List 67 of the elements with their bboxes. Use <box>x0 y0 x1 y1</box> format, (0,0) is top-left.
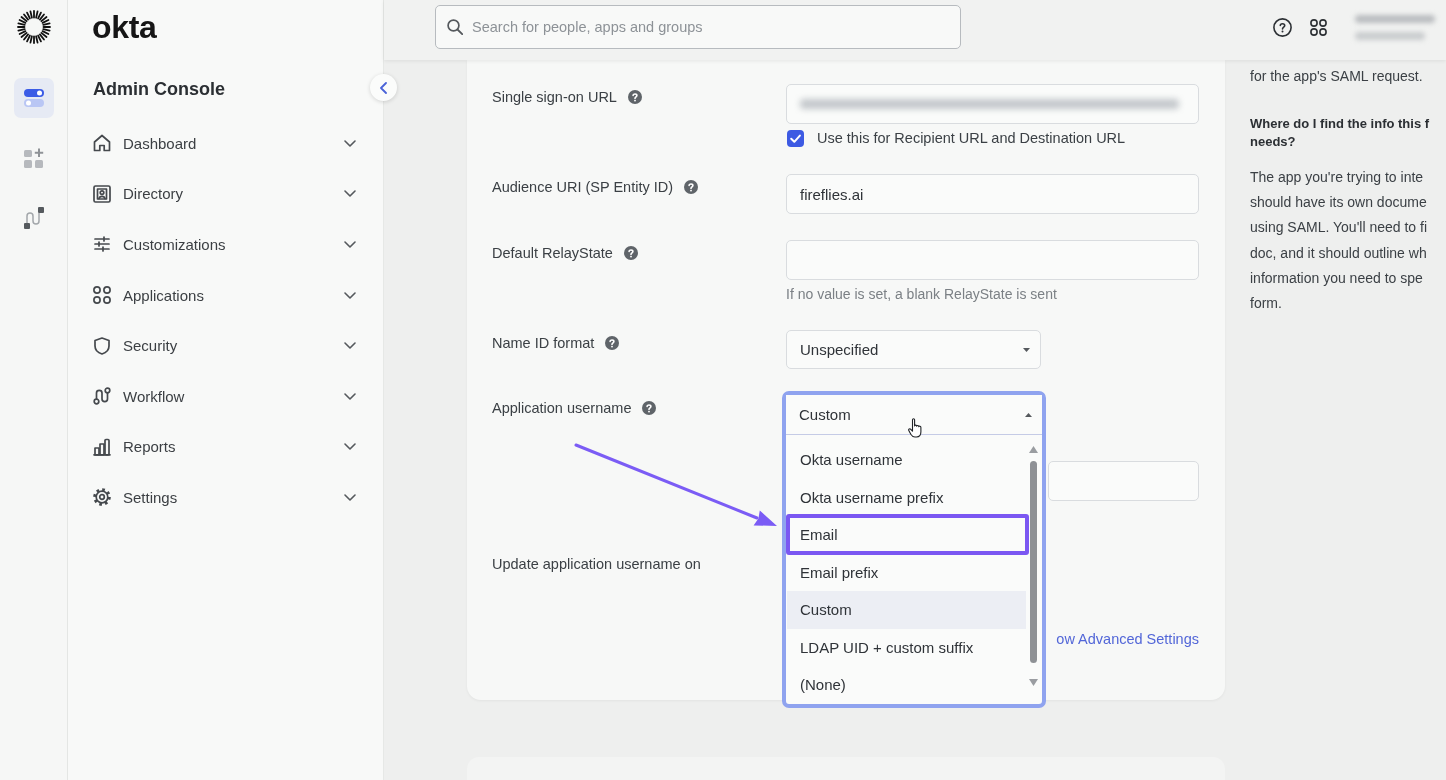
apps-button[interactable] <box>1310 18 1327 36</box>
gear-icon <box>93 488 111 507</box>
field-label: Single sign-on URL <box>492 88 617 107</box>
help-icon[interactable] <box>684 180 699 194</box>
caret-up-icon <box>1025 412 1032 417</box>
connected-nodes-icon <box>23 207 44 229</box>
nav-item[interactable]: Directory <box>68 168 383 220</box>
field-label: Application username <box>492 399 632 418</box>
four-circles-icon <box>1310 18 1327 36</box>
help-icon[interactable] <box>627 90 642 104</box>
advanced-settings-link[interactable]: ow Advanced Settings <box>1056 629 1199 649</box>
contact-card-icon <box>93 184 111 203</box>
nav-item[interactable]: Settings <box>68 472 383 523</box>
chevron-left-icon <box>380 81 387 94</box>
help-icon[interactable] <box>642 401 657 415</box>
dropdown-option[interactable]: Custom <box>787 591 1026 629</box>
help-button[interactable] <box>1273 17 1292 37</box>
text-input-field[interactable]: fireflies.ai <box>786 174 1199 214</box>
console-title: Admin Console <box>93 78 225 101</box>
house-icon <box>93 134 111 153</box>
hand-pointer-icon <box>908 418 923 438</box>
sunburst-logo-icon <box>16 10 51 44</box>
dropdown-option[interactable]: Email prefix <box>787 553 1026 591</box>
flow-nodes-icon <box>93 387 111 406</box>
search-field[interactable]: Search for people, apps and groups <box>435 5 961 49</box>
nav-item[interactable]: Dashboard <box>68 118 383 169</box>
brand-wordmark: okta <box>92 9 157 45</box>
field-label: Name ID format <box>492 334 595 353</box>
help-text: for the app's SAML request. <box>1250 67 1423 85</box>
nav-item[interactable]: Workflow <box>68 370 383 422</box>
question-circle-icon <box>1273 17 1292 37</box>
checkbox[interactable] <box>787 129 804 147</box>
checkbox-label[interactable]: Use this for Recipient URL and Destination URL <box>817 130 1126 146</box>
text-input-field[interactable] <box>1048 461 1199 501</box>
select-field[interactable]: Unspecified <box>786 330 1041 369</box>
field-label: Audience URI (SP Entity ID) <box>492 178 674 197</box>
help-icon[interactable] <box>623 246 638 260</box>
toggle-switches-icon <box>23 89 44 107</box>
bar-chart-icon <box>93 437 111 456</box>
nav-item[interactable]: Security <box>68 320 383 371</box>
help-paragraph: The app you're trying to inte should have its own docume using SAML. You'll need to fi doc, and it should outline wh information you need to spe form. <box>1250 168 1428 313</box>
dropdown-option[interactable]: Email <box>787 516 1026 554</box>
help-heading: Where do I find the info this f needs? <box>1250 115 1430 151</box>
nav-item[interactable]: Customizations <box>68 219 383 270</box>
nav-item[interactable]: Reports <box>68 421 383 473</box>
caret-down-icon <box>1023 347 1030 352</box>
help-icon[interactable] <box>605 336 620 350</box>
dropdown-option[interactable]: Okta username prefix <box>787 478 1026 516</box>
rail-nav-button[interactable] <box>13 78 54 118</box>
dropdown-option[interactable]: (None) <box>787 666 1026 704</box>
scroll-down-arrow-icon[interactable] <box>1029 679 1038 686</box>
scroll-up-arrow-icon[interactable] <box>1029 446 1038 453</box>
dropdown-option[interactable]: Okta username <box>787 441 1026 479</box>
text-input-field[interactable] <box>786 240 1199 280</box>
shield-icon <box>94 336 110 355</box>
sliders-icon <box>94 236 110 253</box>
four-circles-icon <box>93 286 111 305</box>
scrollbar-thumb[interactable] <box>1030 461 1037 663</box>
collapse-sidebar-button[interactable] <box>370 74 397 101</box>
dropdown-option[interactable]: LDAP UID + custom suffix <box>787 628 1026 666</box>
search-icon <box>447 19 463 35</box>
field-label: Default RelayState <box>492 244 613 263</box>
grid-plus-icon <box>23 148 44 168</box>
select-field[interactable]: Custom <box>786 395 1042 435</box>
field-label: Update application username on <box>492 555 701 574</box>
nav-item[interactable]: Applications <box>68 269 383 321</box>
field-hint: If no value is set, a blank RelayState is sent <box>786 285 1058 304</box>
